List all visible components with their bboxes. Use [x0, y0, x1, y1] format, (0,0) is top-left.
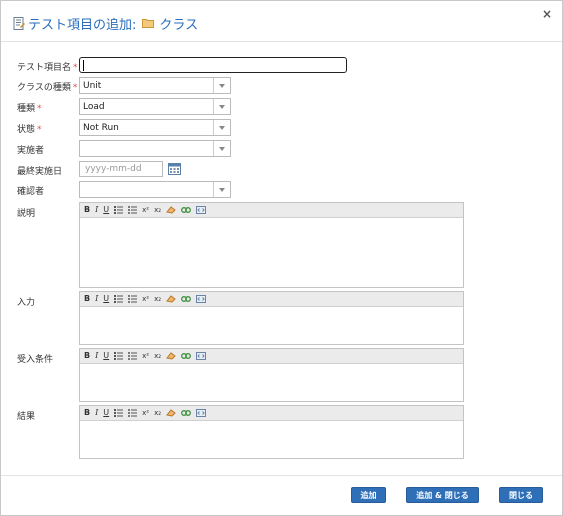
- dialog-title-text: テスト項目の追加:: [28, 17, 137, 33]
- status-label: 状態: [17, 125, 36, 135]
- status-select[interactable]: Not Run: [79, 119, 231, 136]
- underline-button[interactable]: U: [103, 294, 109, 304]
- folder-icon: [142, 19, 155, 28]
- footer-divider: [1, 475, 562, 476]
- required-mark: *: [72, 83, 78, 93]
- eraser-icon[interactable]: [166, 352, 176, 360]
- ordered-list-icon[interactable]: [114, 295, 124, 303]
- subscript-button[interactable]: x₂: [154, 294, 161, 304]
- ordered-list-icon[interactable]: [114, 206, 124, 214]
- name-label: テスト項目名: [17, 63, 72, 73]
- editor-toolbar: B I U x² x₂: [80, 349, 463, 364]
- add-and-close-button[interactable]: 追加 & 閉じる: [406, 487, 479, 503]
- link-icon[interactable]: [181, 409, 191, 417]
- close-button[interactable]: 閉じる: [499, 487, 543, 503]
- eraser-icon[interactable]: [166, 409, 176, 417]
- superscript-button[interactable]: x²: [142, 351, 149, 361]
- acceptance-label: 受入条件: [17, 355, 54, 365]
- superscript-button[interactable]: x²: [142, 205, 149, 215]
- unordered-list-icon[interactable]: [128, 295, 138, 303]
- bold-button[interactable]: B: [84, 408, 90, 418]
- class-type-label-wrap: クラスの種類 *: [17, 80, 77, 93]
- description-editor[interactable]: B I U x² x₂: [79, 202, 464, 288]
- chevron-down-icon[interactable]: [213, 182, 230, 197]
- ordered-list-icon[interactable]: [114, 409, 124, 417]
- underline-button[interactable]: U: [103, 351, 109, 361]
- link-icon[interactable]: [181, 206, 191, 214]
- subscript-button[interactable]: x₂: [154, 351, 161, 361]
- source-code-icon[interactable]: [196, 295, 207, 303]
- link-icon[interactable]: [181, 295, 191, 303]
- dialog-subject: クラス: [159, 17, 199, 33]
- chevron-down-icon[interactable]: [213, 78, 230, 93]
- underline-button[interactable]: U: [103, 205, 109, 215]
- name-label-wrap: テスト項目名 *: [17, 60, 78, 73]
- result-label: 結果: [17, 412, 36, 422]
- editor-toolbar: B I U x² x₂: [80, 292, 463, 307]
- bold-button[interactable]: B: [84, 205, 90, 215]
- result-editor[interactable]: B I U x² x₂: [79, 405, 464, 459]
- eraser-icon[interactable]: [166, 295, 176, 303]
- subscript-button[interactable]: x₂: [154, 408, 161, 418]
- eraser-icon[interactable]: [166, 206, 176, 214]
- bold-button[interactable]: B: [84, 351, 90, 361]
- chevron-down-icon[interactable]: [213, 141, 230, 156]
- kind-label: 種類: [17, 104, 36, 114]
- executor-select[interactable]: [79, 140, 231, 157]
- underline-button[interactable]: U: [103, 408, 109, 418]
- superscript-button[interactable]: x²: [142, 408, 149, 418]
- link-icon[interactable]: [181, 352, 191, 360]
- reviewer-label: 確認者: [17, 187, 45, 197]
- description-label: 説明: [17, 209, 36, 219]
- class-type-value: Unit: [83, 80, 102, 91]
- status-value: Not Run: [83, 122, 119, 133]
- kind-label-wrap: 種類 *: [17, 101, 42, 114]
- last-exec-date-input[interactable]: yyyy-mm-dd: [79, 161, 163, 177]
- source-code-icon[interactable]: [196, 409, 207, 417]
- acceptance-editor[interactable]: B I U x² x₂: [79, 348, 464, 402]
- kind-value: Load: [83, 101, 105, 112]
- input-label: 入力: [17, 298, 36, 308]
- document-icon: [13, 16, 25, 30]
- italic-button[interactable]: I: [95, 205, 98, 215]
- close-icon[interactable]: ×: [542, 7, 552, 21]
- source-code-icon[interactable]: [196, 352, 207, 360]
- required-mark: *: [37, 104, 42, 114]
- dialog-header: テスト項目の追加: クラス ×: [1, 1, 562, 42]
- text-caret: [83, 60, 84, 71]
- last-exec-label: 最終実施日: [17, 167, 63, 177]
- calendar-icon[interactable]: [168, 162, 181, 175]
- ordered-list-icon[interactable]: [114, 352, 124, 360]
- chevron-down-icon[interactable]: [213, 120, 230, 135]
- chevron-down-icon[interactable]: [213, 99, 230, 114]
- superscript-button[interactable]: x²: [142, 294, 149, 304]
- input-editor[interactable]: B I U x² x₂: [79, 291, 464, 345]
- name-input[interactable]: [79, 57, 347, 73]
- unordered-list-icon[interactable]: [128, 409, 138, 417]
- subscript-button[interactable]: x₂: [154, 205, 161, 215]
- add-button[interactable]: 追加: [351, 487, 386, 503]
- reviewer-select[interactable]: [79, 181, 231, 198]
- unordered-list-icon[interactable]: [128, 206, 138, 214]
- unordered-list-icon[interactable]: [128, 352, 138, 360]
- editor-toolbar: B I U x² x₂: [80, 406, 463, 421]
- source-code-icon[interactable]: [196, 206, 207, 214]
- add-test-item-dialog: テスト項目の追加: クラス × テスト項目名 * クラスの種類 * Unit 種類 *: [0, 0, 563, 516]
- italic-button[interactable]: I: [95, 351, 98, 361]
- status-label-wrap: 状態 *: [17, 122, 42, 135]
- executor-label: 実施者: [17, 146, 45, 156]
- italic-button[interactable]: I: [95, 408, 98, 418]
- kind-select[interactable]: Load: [79, 98, 231, 115]
- required-mark: *: [37, 125, 42, 135]
- bold-button[interactable]: B: [84, 294, 90, 304]
- dialog-title: テスト項目の追加: クラス: [13, 13, 198, 33]
- required-mark: *: [73, 63, 78, 73]
- class-type-label: クラスの種類: [17, 83, 71, 93]
- class-type-select[interactable]: Unit: [79, 77, 231, 94]
- italic-button[interactable]: I: [95, 294, 98, 304]
- editor-toolbar: B I U x² x₂: [80, 203, 463, 218]
